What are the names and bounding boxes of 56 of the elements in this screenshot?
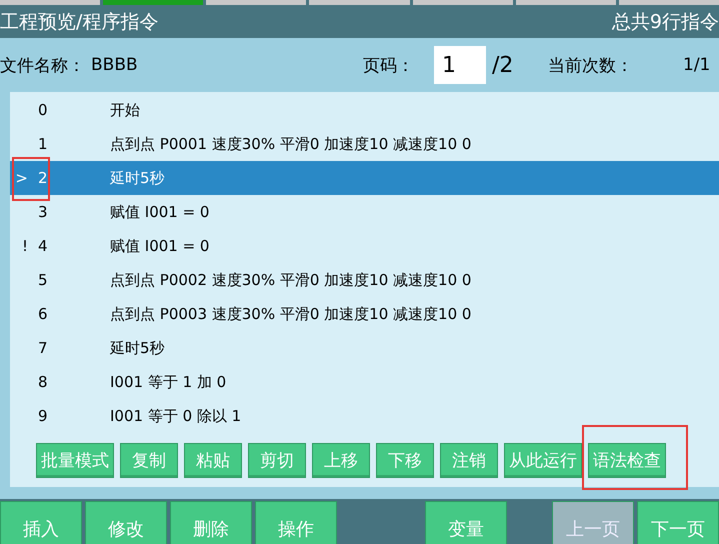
action-button[interactable]: 操作 [255,501,337,544]
page-total: /2 [492,52,514,78]
instruction-row[interactable]: ! 4 赋值 I001 = 0 [10,229,719,263]
action-button[interactable]: 删除 [170,501,252,544]
instruction-text: I001 等于 0 除以 1 [110,406,242,426]
line-number: 2 [38,169,49,187]
toolbar-button[interactable]: 批量模式 [36,443,114,478]
count-value: 1/1 [683,55,710,75]
window-title: 工程预览/程序指令 [0,10,158,34]
instruction-row[interactable]: 6 点到点 P0003 速度30% 平滑0 加速度10 减速度10 0 [10,297,719,331]
instruction-text: 赋值 I001 = 0 [110,202,210,222]
instruction-row[interactable]: 5 点到点 P0002 速度30% 平滑0 加速度10 减速度10 0 [10,263,719,297]
row-marker: > [14,169,28,187]
instruction-text: 开始 [110,100,140,120]
instruction-row[interactable]: 3 赋值 I001 = 0 [10,195,719,229]
action-button[interactable]: 变量 [425,501,507,544]
toolbar-button[interactable]: 注销 [440,443,498,478]
instruction-text: I001 等于 1 加 0 [110,372,226,392]
page-input-field[interactable]: 1 [434,46,486,84]
action-button[interactable]: 下一页 [637,501,719,544]
line-number: 6 [38,305,49,323]
instruction-row[interactable]: > 2 延时5秒 [10,161,719,195]
instruction-count: 总共9行指令 [612,10,719,34]
action-button[interactable]: 修改 [85,501,167,544]
toolbar-button[interactable]: 从此运行 [504,443,582,478]
page-label: 页码： [363,54,414,76]
line-number: 0 [38,101,49,119]
line-number: 9 [38,407,49,425]
line-number: 4 [38,237,49,255]
instruction-text: 点到点 P0003 速度30% 平滑0 加速度10 减速度10 0 [110,304,472,324]
instruction-text: 延时5秒 [110,168,165,188]
toolbar-button[interactable]: 语法检查 [588,443,666,478]
instruction-row[interactable]: 9 I001 等于 0 除以 1 [10,399,719,433]
row-marker: ! [20,237,28,255]
line-number: 5 [38,271,49,289]
toolbar-button[interactable]: 粘贴 [184,443,242,478]
instruction-text: 延时5秒 [110,338,165,358]
instruction-row[interactable]: 1 点到点 P0001 速度30% 平滑0 加速度10 减速度10 0 [10,127,719,161]
instruction-row[interactable]: 0 开始 [10,93,719,127]
instruction-text: 赋值 I001 = 0 [110,236,210,256]
file-name-label: 文件名称： [0,54,85,76]
instruction-text: 点到点 P0002 速度30% 平滑0 加速度10 减速度10 0 [110,270,472,290]
file-name: BBBB [91,55,139,75]
instruction-text: 点到点 P0001 速度30% 平滑0 加速度10 减速度10 0 [110,134,472,154]
toolbar-button[interactable]: 复制 [120,443,178,478]
action-button[interactable]: 插入 [0,501,82,544]
instruction-row[interactable]: 7 延时5秒 [10,331,719,365]
instruction-row[interactable]: 8 I001 等于 1 加 0 [10,365,719,399]
line-number: 7 [38,339,49,357]
toolbar-button[interactable]: 剪切 [248,443,306,478]
count-label: 当前次数： [548,54,633,76]
line-number: 3 [38,203,49,221]
line-number: 1 [38,135,49,153]
line-number: 8 [38,373,49,391]
toolbar-button[interactable]: 下移 [376,443,434,478]
toolbar-button[interactable]: 上移 [312,443,370,478]
